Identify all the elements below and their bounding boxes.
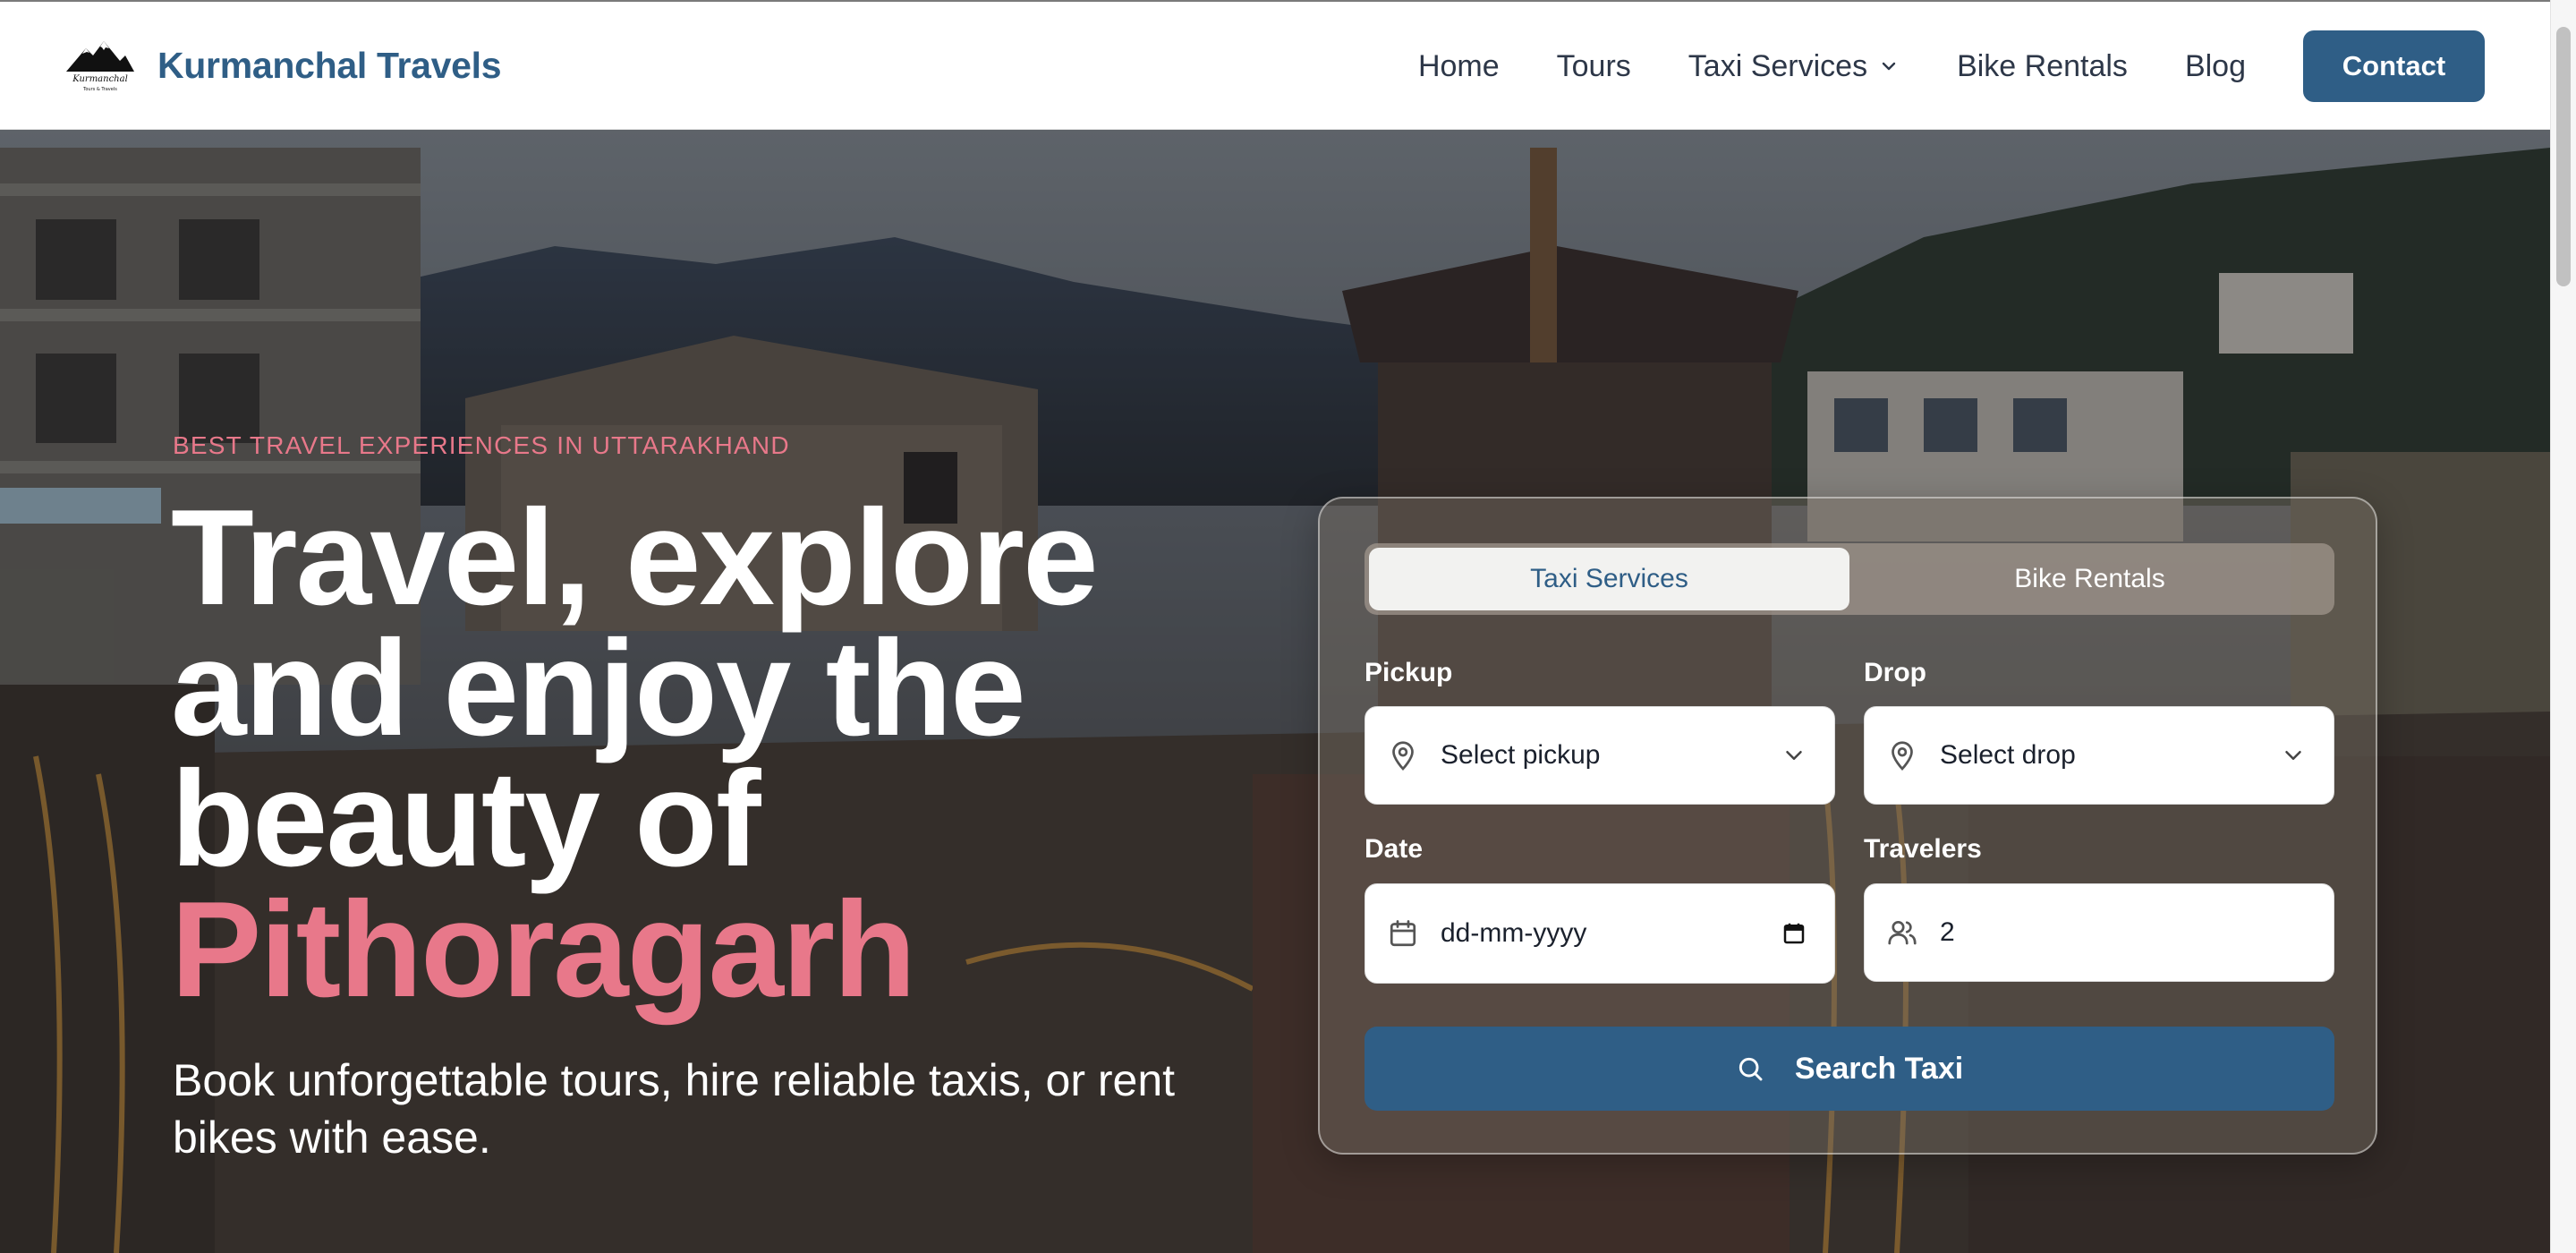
hero-kicker: BEST TRAVEL EXPERIENCES IN UTTARAKHAND [173,431,790,459]
date-placeholder: dd-mm-yyyy [1441,918,1587,948]
drop-select[interactable]: Select drop [1864,706,2334,805]
users-icon [1888,920,1917,945]
main-nav: Home Tours Taxi Services Bike Rentals Bl… [1418,30,2485,102]
tab-bike-rentals[interactable]: Bike Rentals [1849,548,2330,610]
map-pin-icon [1892,741,1913,771]
nav-blog[interactable]: Blog [2185,49,2246,84]
chevron-down-icon [1882,62,1896,71]
svg-text:Tours & Travels: Tours & Travels [82,87,117,92]
booking-card: Taxi Services Bike Rentals Pickup Select… [1318,497,2377,1155]
pickup-label: Pickup [1365,658,1453,687]
mountain-logo-icon: Kurmanchal Tours & Travels [66,41,134,92]
nav-tours-label: Tours [1556,48,1631,83]
date-label: Date [1365,834,1424,864]
drop-placeholder: Select drop [1940,740,2076,770]
search-icon [1739,1057,1763,1081]
scrollbar-thumb[interactable] [2556,27,2571,286]
hero-section: BEST TRAVEL EXPERIENCES IN UTTARAKHAND T… [0,130,2550,1253]
contact-button[interactable]: Contact [2303,30,2485,102]
drop-label: Drop [1864,658,1926,687]
nav-taxi-services-dropdown[interactable]: Taxi Services [1688,49,1900,84]
map-pin-icon [1392,741,1414,771]
hero-headline: Travel, explore and enjoy the beauty of … [171,482,1298,1026]
pickup-placeholder: Select pickup [1441,740,1601,770]
pickup-select[interactable]: Select pickup [1365,706,1835,805]
travelers-label: Travelers [1864,834,1982,864]
date-input[interactable]: dd-mm-yyyy [1365,883,1835,984]
calendar-icon [1390,920,1416,947]
hero-headline-line: and enjoy the [171,612,1026,764]
brand-name: Kurmanchal Travels [157,44,502,86]
chevron-down-icon [2285,751,2301,760]
booking-tabs: Taxi Services Bike Rentals [1365,543,2334,615]
chevron-down-icon [1786,751,1802,760]
hero-subtitle: Book unforgettable tours, hire reliable … [173,1055,1176,1163]
hero-headline-line: Travel, explore [171,482,1099,634]
search-taxi-button[interactable]: Search Taxi [1365,1027,2334,1111]
nav-bike-rentals-label: Bike Rentals [1957,48,2128,83]
top-navbar: Kurmanchal Tours & Travels Kurmanchal Tr… [0,0,2550,130]
brand-logo-link[interactable]: Kurmanchal Tours & Travels Kurmanchal Tr… [64,36,502,95]
nav-home[interactable]: Home [1418,49,1500,84]
svg-text:Kurmanchal: Kurmanchal [72,74,128,84]
nav-home-label: Home [1417,48,1500,83]
travelers-input[interactable]: 2 [1864,883,2334,982]
tab-taxi-services[interactable]: Taxi Services [1369,548,1849,610]
nav-blog-label: Blog [2184,48,2246,83]
hero-headline-line: beauty of [171,743,761,895]
page-scrollbar[interactable] [2550,0,2576,1253]
nav-tours[interactable]: Tours [1557,49,1631,84]
calendar-picker-icon[interactable] [1781,920,1807,947]
nav-taxi-services-label: Taxi Services [1688,48,1868,83]
hero-headline-accent: Pithoragarh [171,874,916,1026]
search-taxi-label: Search Taxi [1794,1051,1964,1086]
travelers-value: 2 [1940,917,1955,947]
nav-bike-rentals[interactable]: Bike Rentals [1957,49,2128,84]
